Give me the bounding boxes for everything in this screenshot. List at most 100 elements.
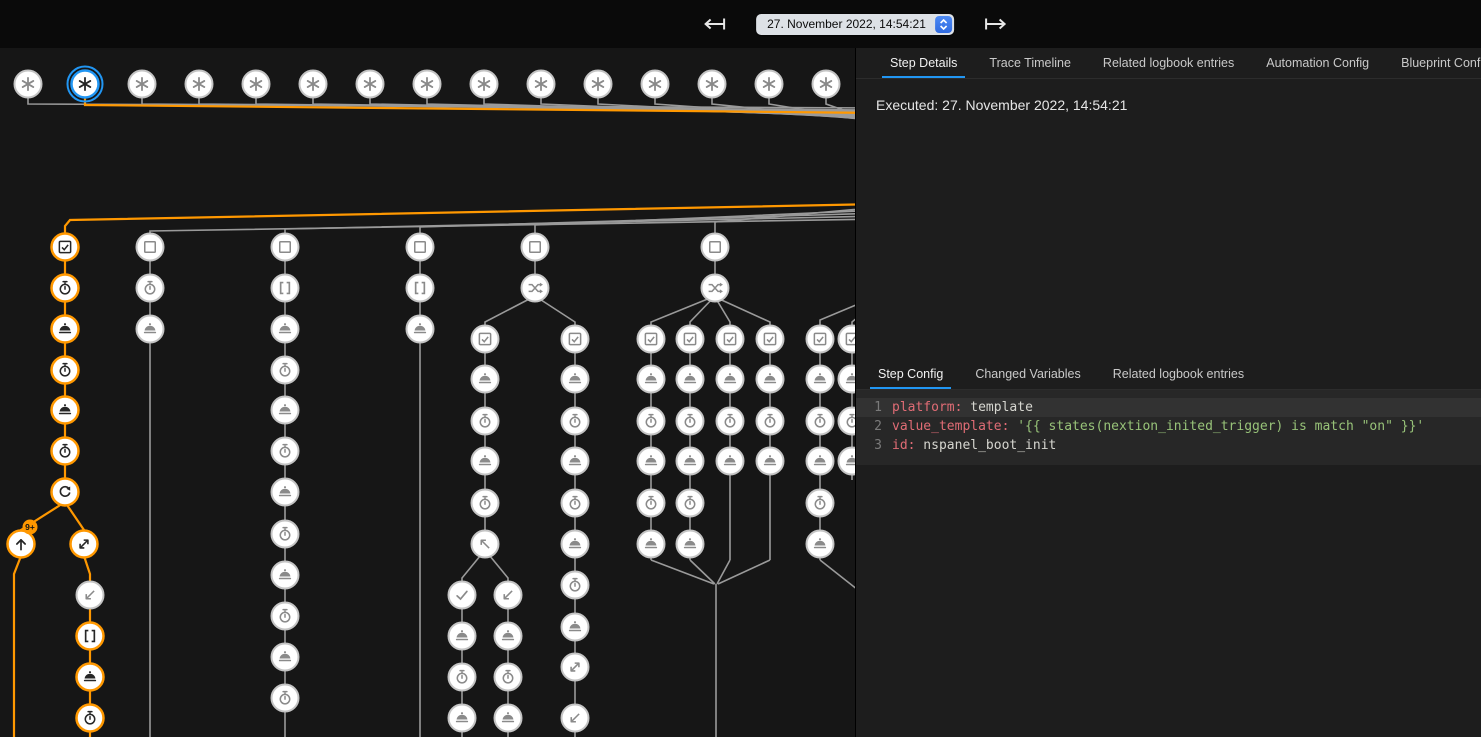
graph-node-checkbox-marked[interactable] bbox=[638, 326, 665, 353]
tab-step-details[interactable]: Step Details bbox=[874, 48, 973, 78]
step-config-code[interactable]: 1 platform: template 2 value_template: '… bbox=[856, 390, 1481, 465]
graph-node-timer[interactable] bbox=[472, 490, 499, 517]
graph-node-choose[interactable] bbox=[702, 275, 729, 302]
graph-node-trigger[interactable] bbox=[68, 67, 103, 102]
graph-node-arrow-bottom-left[interactable] bbox=[77, 582, 104, 609]
next-trace-button[interactable] bbox=[980, 14, 1010, 34]
graph-node-timer[interactable] bbox=[638, 408, 665, 435]
graph-node-checkbox-marked[interactable] bbox=[839, 326, 856, 353]
graph-node-trigger[interactable] bbox=[414, 71, 441, 98]
graph-node-bell[interactable] bbox=[757, 448, 784, 475]
graph-node-timer[interactable] bbox=[472, 408, 499, 435]
graph-node-timer[interactable] bbox=[807, 490, 834, 517]
graph-node-bell[interactable] bbox=[272, 562, 299, 589]
graph-node-bell[interactable] bbox=[495, 623, 522, 650]
graph-node-arrow-bottom-left[interactable] bbox=[495, 582, 522, 609]
graph-node-bell[interactable] bbox=[638, 531, 665, 558]
graph-node-brackets[interactable] bbox=[272, 275, 299, 302]
graph-node-timer[interactable] bbox=[137, 275, 164, 302]
graph-node-trigger[interactable] bbox=[642, 71, 669, 98]
graph-node-trigger[interactable] bbox=[243, 71, 270, 98]
graph-node-trigger[interactable] bbox=[528, 71, 555, 98]
graph-node-timer[interactable] bbox=[272, 521, 299, 548]
graph-node-bell[interactable] bbox=[449, 623, 476, 650]
graph-node-bell[interactable] bbox=[677, 531, 704, 558]
graph-node-checkbox-marked[interactable] bbox=[757, 326, 784, 353]
graph-node-bell[interactable] bbox=[272, 316, 299, 343]
graph-node-checkbox-marked[interactable] bbox=[562, 326, 589, 353]
graph-node-bell[interactable] bbox=[757, 366, 784, 393]
graph-node-bell[interactable] bbox=[272, 644, 299, 671]
graph-node-timer[interactable] bbox=[807, 408, 834, 435]
graph-node-trigger[interactable] bbox=[129, 71, 156, 98]
graph-node-check[interactable] bbox=[449, 582, 476, 609]
graph-node-timer[interactable] bbox=[757, 408, 784, 435]
graph-node-arrow-bottom-left[interactable] bbox=[562, 705, 589, 732]
graph-node-checkbox-marked[interactable] bbox=[807, 326, 834, 353]
graph-node-bell[interactable] bbox=[562, 531, 589, 558]
tab-blueprint-config[interactable]: Blueprint Config bbox=[1385, 48, 1481, 78]
graph-node-bell[interactable] bbox=[407, 316, 434, 343]
graph-node-timer[interactable] bbox=[562, 490, 589, 517]
tab-step-config[interactable]: Step Config bbox=[862, 359, 959, 389]
graph-node-timer[interactable] bbox=[677, 408, 704, 435]
graph-node-bell[interactable] bbox=[638, 366, 665, 393]
graph-node-trigger[interactable] bbox=[300, 71, 327, 98]
graph-node-timer[interactable] bbox=[562, 408, 589, 435]
graph-node-timer[interactable] bbox=[449, 664, 476, 691]
graph-node-arrow-branch[interactable] bbox=[562, 654, 589, 681]
graph-node-bell[interactable] bbox=[52, 316, 79, 343]
graph-node-bell[interactable] bbox=[562, 614, 589, 641]
graph-node-square[interactable] bbox=[702, 234, 729, 261]
graph-node-bell[interactable] bbox=[562, 366, 589, 393]
graph-node-arrow-branch[interactable] bbox=[71, 531, 98, 558]
graph-node-trigger[interactable] bbox=[813, 71, 840, 98]
graph-node-bell[interactable] bbox=[495, 705, 522, 732]
graph-node-bell[interactable] bbox=[52, 397, 79, 424]
tab-trace-timeline[interactable]: Trace Timeline bbox=[973, 48, 1087, 78]
graph-node-trigger[interactable] bbox=[15, 71, 42, 98]
graph-node-trigger[interactable] bbox=[756, 71, 783, 98]
graph-node-timer[interactable] bbox=[677, 490, 704, 517]
previous-trace-button[interactable] bbox=[700, 14, 730, 34]
graph-node-bell[interactable] bbox=[807, 448, 834, 475]
graph-node-trigger[interactable] bbox=[585, 71, 612, 98]
graph-node-choose[interactable] bbox=[522, 275, 549, 302]
tab-related-logbook-entries-bottom[interactable]: Related logbook entries bbox=[1097, 359, 1260, 389]
graph-node-bell[interactable] bbox=[272, 479, 299, 506]
graph-node-bell[interactable] bbox=[472, 366, 499, 393]
graph-node-checkbox-marked[interactable] bbox=[677, 326, 704, 353]
graph-node-bell[interactable] bbox=[677, 366, 704, 393]
graph-node-bell[interactable] bbox=[562, 448, 589, 475]
graph-node-checkbox-marked[interactable] bbox=[472, 326, 499, 353]
graph-node-bell[interactable] bbox=[137, 316, 164, 343]
graph-node-square[interactable] bbox=[407, 234, 434, 261]
graph-node-bell[interactable] bbox=[717, 366, 744, 393]
trace-run-select[interactable]: 27. November 2022, 14:54:21 bbox=[756, 14, 954, 35]
tab-changed-variables[interactable]: Changed Variables bbox=[959, 359, 1096, 389]
graph-node-bell[interactable] bbox=[472, 448, 499, 475]
graph-node-bell[interactable] bbox=[839, 366, 856, 393]
graph-node-checkbox-marked[interactable] bbox=[717, 326, 744, 353]
graph-node-timer[interactable] bbox=[839, 408, 856, 435]
graph-node-trigger[interactable] bbox=[471, 71, 498, 98]
graph-node-square[interactable] bbox=[137, 234, 164, 261]
graph-node-trigger[interactable] bbox=[699, 71, 726, 98]
graph-node-timer[interactable] bbox=[717, 408, 744, 435]
graph-node-square[interactable] bbox=[522, 234, 549, 261]
graph-node-timer[interactable] bbox=[562, 572, 589, 599]
graph-node-timer[interactable] bbox=[272, 603, 299, 630]
graph-node-repeat[interactable] bbox=[52, 479, 79, 506]
graph-node-timer[interactable] bbox=[272, 357, 299, 384]
graph-node-arrow-up[interactable] bbox=[8, 531, 35, 558]
tab-automation-config[interactable]: Automation Config bbox=[1250, 48, 1385, 78]
graph-node-bell[interactable] bbox=[77, 664, 104, 691]
graph-node-timer[interactable] bbox=[272, 685, 299, 712]
graph-node-checkbox-marked[interactable] bbox=[52, 234, 79, 261]
graph-node-timer[interactable] bbox=[52, 438, 79, 465]
graph-node-bell[interactable] bbox=[272, 397, 299, 424]
graph-node-trigger[interactable] bbox=[186, 71, 213, 98]
graph-node-bell[interactable] bbox=[717, 448, 744, 475]
graph-node-square[interactable] bbox=[272, 234, 299, 261]
graph-node-timer[interactable] bbox=[638, 490, 665, 517]
